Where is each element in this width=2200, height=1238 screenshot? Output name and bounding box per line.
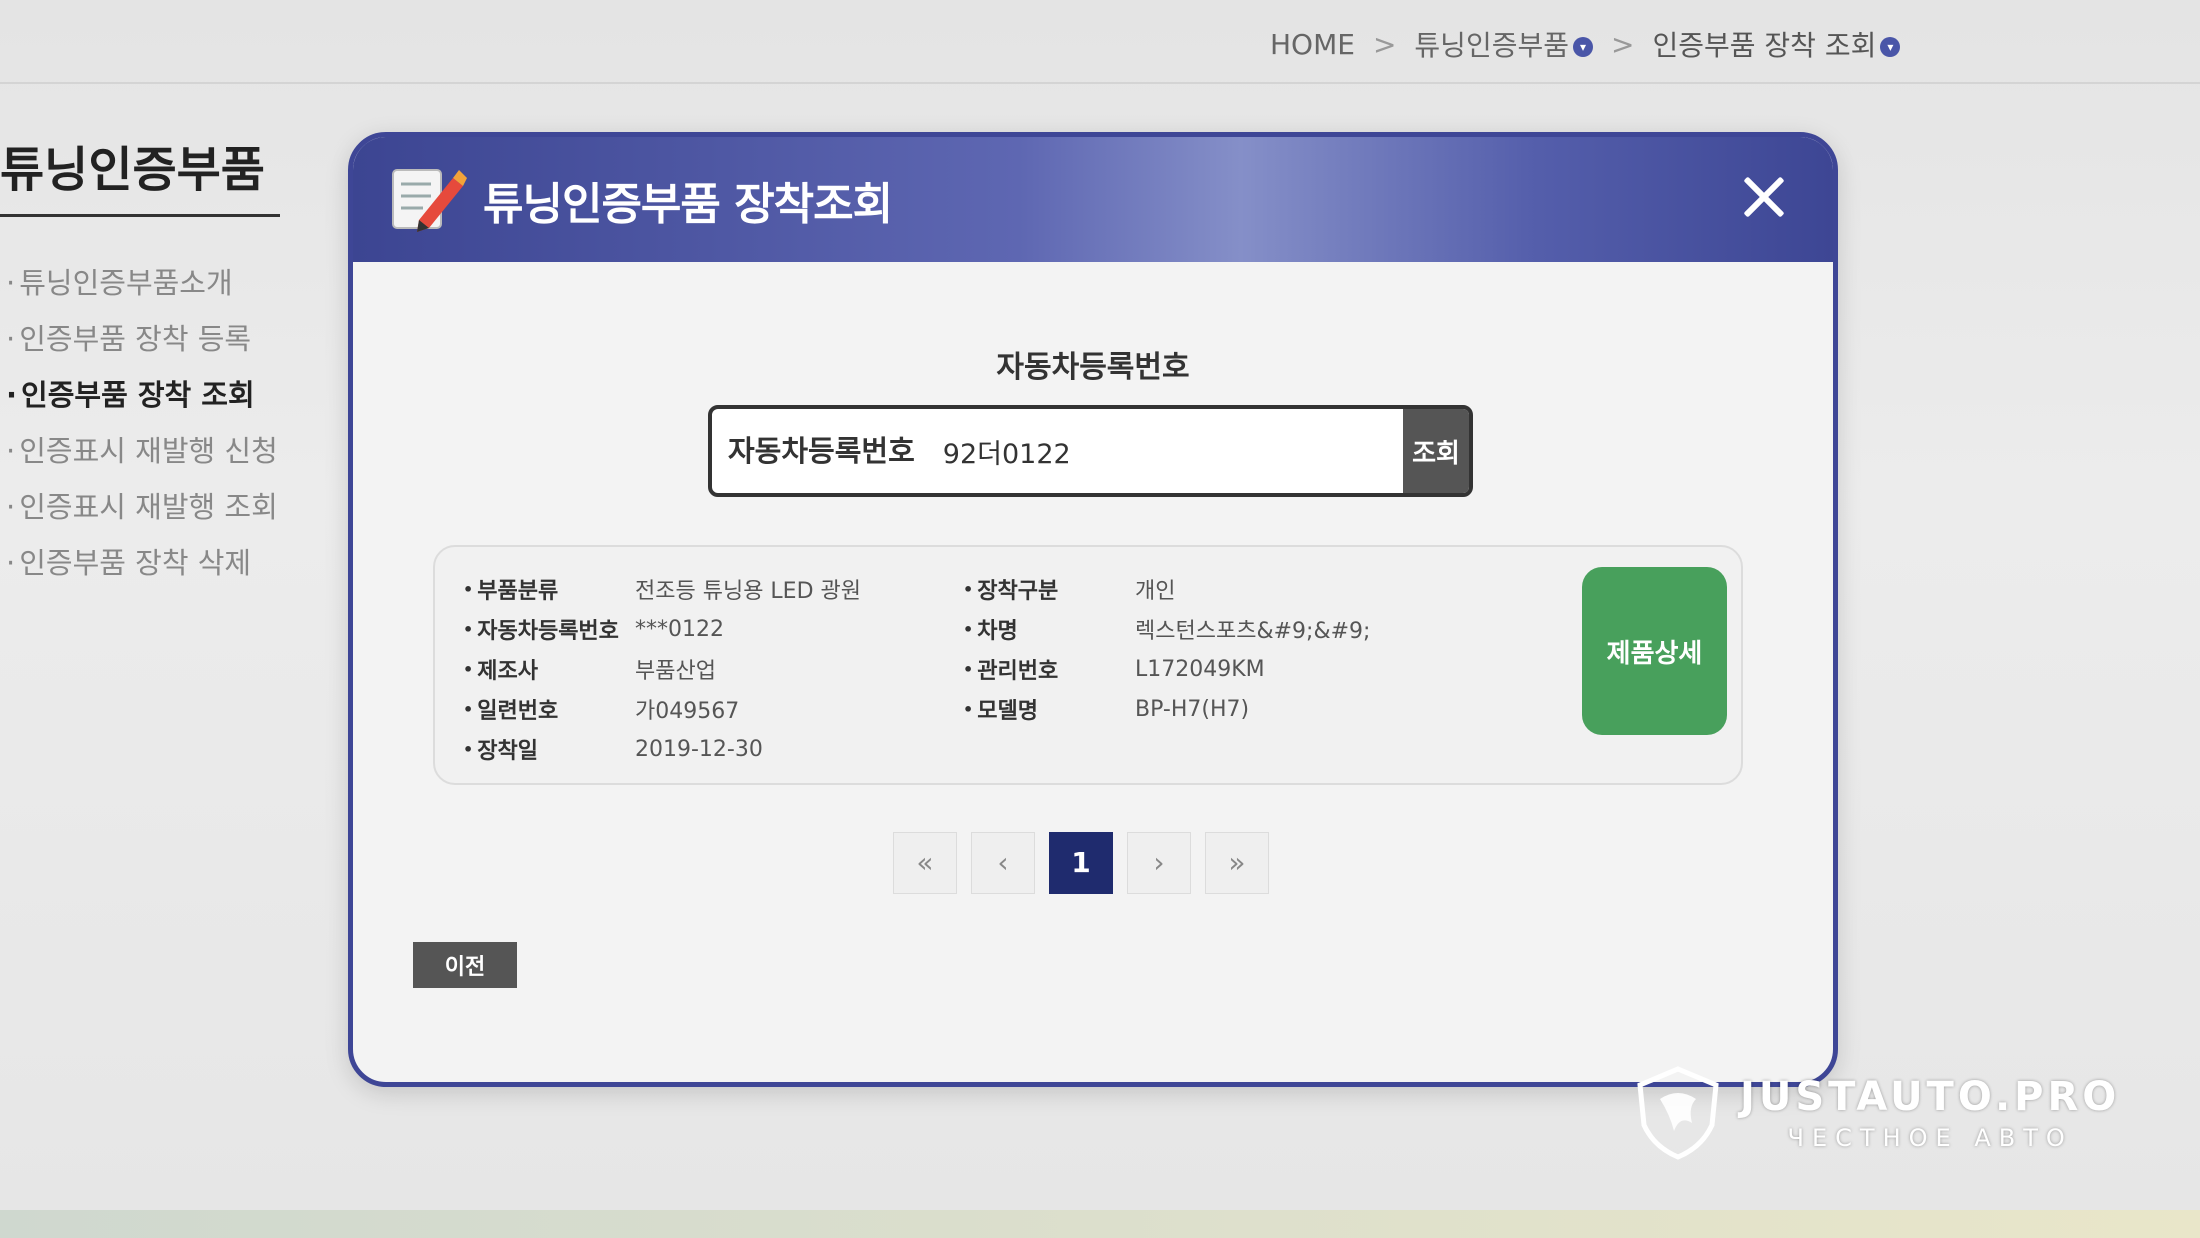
first-page-button[interactable]: «: [893, 832, 957, 894]
sidebar-item-lookup[interactable]: 인증부품 장착 조회: [6, 367, 278, 423]
breadcrumb-level2[interactable]: 인증부품 장착 조회 ▾: [1652, 24, 1901, 64]
sidebar-item-delete[interactable]: 인증부품 장착 삭제: [6, 535, 278, 591]
field-label: 장착구분: [963, 573, 1135, 605]
field-label: 일련번호: [463, 693, 635, 725]
field-value: 2019-12-30: [635, 736, 763, 762]
last-page-button[interactable]: »: [1205, 832, 1269, 894]
close-icon[interactable]: [1733, 167, 1793, 227]
next-page-button[interactable]: ›: [1127, 832, 1191, 894]
sidebar-item-intro[interactable]: 튜닝인증부품소개: [6, 255, 278, 311]
result-card: 부품분류전조등 튜닝용 LED 광원 자동차등록번호***0122 제조사부품산…: [433, 545, 1743, 785]
sidebar-menu: 튜닝인증부품소개 인증부품 장착 등록 인증부품 장착 조회 인증표시 재발행 …: [6, 255, 278, 591]
sidebar-item-reissue-lookup[interactable]: 인증표시 재발행 조회: [6, 479, 278, 535]
result-column-left: 부품분류전조등 튜닝용 LED 광원 자동차등록번호***0122 제조사부품산…: [463, 569, 861, 769]
breadcrumb-level1-label: 튜닝인증부품: [1414, 29, 1569, 62]
modal-header: 튜닝인증부품 장착조회: [353, 137, 1833, 262]
watermark-brand: JUSTAUTO.PRO: [1740, 1074, 2121, 1120]
field-value: L172049KM: [1135, 656, 1265, 682]
breadcrumb: HOME > 튜닝인증부품 ▾ > 인증부품 장착 조회 ▾: [1270, 24, 1901, 64]
field-value: ***0122: [635, 616, 724, 642]
result-row: 차명렉스턴스포츠&#9;&#9;: [963, 609, 1370, 649]
page-number-button[interactable]: 1: [1049, 832, 1113, 894]
breadcrumb-level2-label: 인증부품 장착 조회: [1652, 29, 1877, 62]
product-detail-button[interactable]: 제품상세: [1582, 567, 1727, 735]
header-divider: [0, 82, 2200, 84]
result-row: 자동차등록번호***0122: [463, 609, 861, 649]
breadcrumb-separator: >: [1372, 27, 1397, 61]
result-row: 일련번호가049567: [463, 689, 861, 729]
chevron-down-icon[interactable]: ▾: [1880, 37, 1901, 57]
result-row: 제조사부품산업: [463, 649, 861, 689]
field-value: 부품산업: [635, 659, 716, 684]
field-value: 전조등 튜닝용 LED 광원: [635, 579, 861, 604]
pagination: « ‹ 1 › »: [893, 832, 1269, 894]
breadcrumb-home[interactable]: HOME: [1270, 28, 1355, 61]
search-heading: 자동차등록번호: [996, 350, 1190, 385]
modal-title: 튜닝인증부품 장착조회: [483, 178, 893, 230]
watermark: JUSTAUTO.PRO ЧЕСТНОЕ АВТО: [1630, 1065, 2120, 1161]
result-row: 관리번호L172049KM: [963, 649, 1370, 689]
prev-page-button[interactable]: ‹: [971, 832, 1035, 894]
field-label: 모델명: [963, 693, 1135, 725]
breadcrumb-level1[interactable]: 튜닝인증부품 ▾: [1414, 24, 1593, 64]
search-label: 자동차등록번호: [728, 434, 915, 468]
breadcrumb-separator: >: [1610, 27, 1635, 61]
sidebar-title: 튜닝인증부품: [0, 130, 280, 217]
shield-eagle-icon: [1637, 1066, 1719, 1160]
field-label: 장착일: [463, 733, 635, 765]
registration-number-input[interactable]: [930, 409, 1403, 493]
back-button[interactable]: 이전: [413, 942, 517, 988]
field-value: 개인: [1135, 579, 1176, 604]
field-label: 자동차등록번호: [463, 613, 635, 645]
result-row: 모델명BP-H7(H7): [963, 689, 1370, 729]
field-value: 가049567: [635, 699, 740, 724]
watermark-tagline: ЧЕСТНОЕ АВТО: [1787, 1124, 2073, 1152]
field-label: 관리번호: [963, 653, 1135, 685]
field-label: 차명: [963, 613, 1135, 645]
result-row: 장착구분개인: [963, 569, 1370, 609]
field-value: 렉스턴스포츠&#9;&#9;: [1135, 619, 1371, 644]
sidebar-item-reissue-request[interactable]: 인증표시 재발행 신청: [6, 423, 278, 479]
lookup-modal: 튜닝인증부품 장착조회 자동차등록번호 자동차등록번호 조회 부품분류전조등 튜…: [348, 132, 1838, 1087]
pencil-note-icon: [392, 168, 467, 232]
sidebar-item-register[interactable]: 인증부품 장착 등록: [6, 311, 278, 367]
search-box: 자동차등록번호 조회: [708, 405, 1473, 497]
field-label: 부품분류: [463, 573, 635, 605]
field-label: 제조사: [463, 653, 635, 685]
chevron-down-icon[interactable]: ▾: [1572, 37, 1593, 57]
result-row: 부품분류전조등 튜닝용 LED 광원: [463, 569, 861, 609]
result-row: 장착일2019-12-30: [463, 729, 861, 769]
result-column-right: 장착구분개인 차명렉스턴스포츠&#9;&#9; 관리번호L172049KM 모델…: [963, 569, 1370, 729]
search-button[interactable]: 조회: [1403, 409, 1469, 493]
taskbar: [0, 1210, 2200, 1238]
field-value: BP-H7(H7): [1135, 696, 1250, 722]
